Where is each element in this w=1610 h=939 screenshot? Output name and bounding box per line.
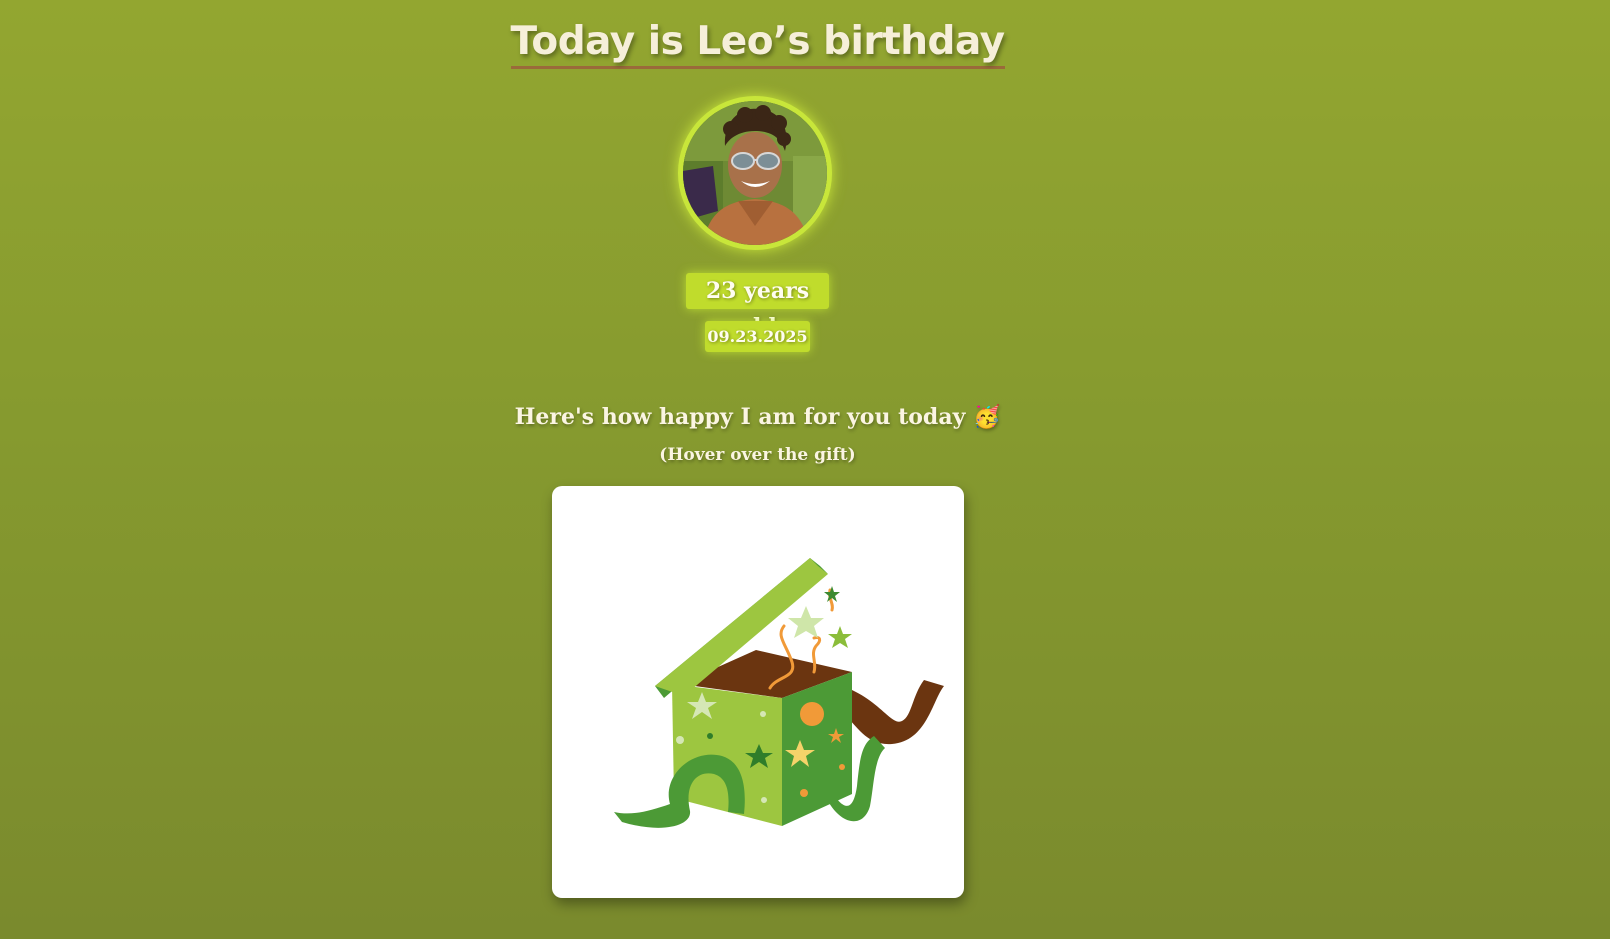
ribbon-back [844,680,944,745]
age-badge: 23 years old [686,273,829,340]
gift-card[interactable] [552,486,964,898]
date-badge: 09.23.2025 [705,321,810,352]
page-title-text: Today is Leo’s birthday [510,18,1005,69]
avatar-photo [683,101,827,245]
box-right-face [782,672,852,826]
avatar [678,96,832,250]
open-gift-box-icon [614,558,944,828]
hover-hint: (Hover over the gift) [659,445,856,465]
birthday-message: Here's how happy I am for you today 🥳 [514,404,1001,430]
page-title: Today is Leo’s birthday [0,18,1515,69]
